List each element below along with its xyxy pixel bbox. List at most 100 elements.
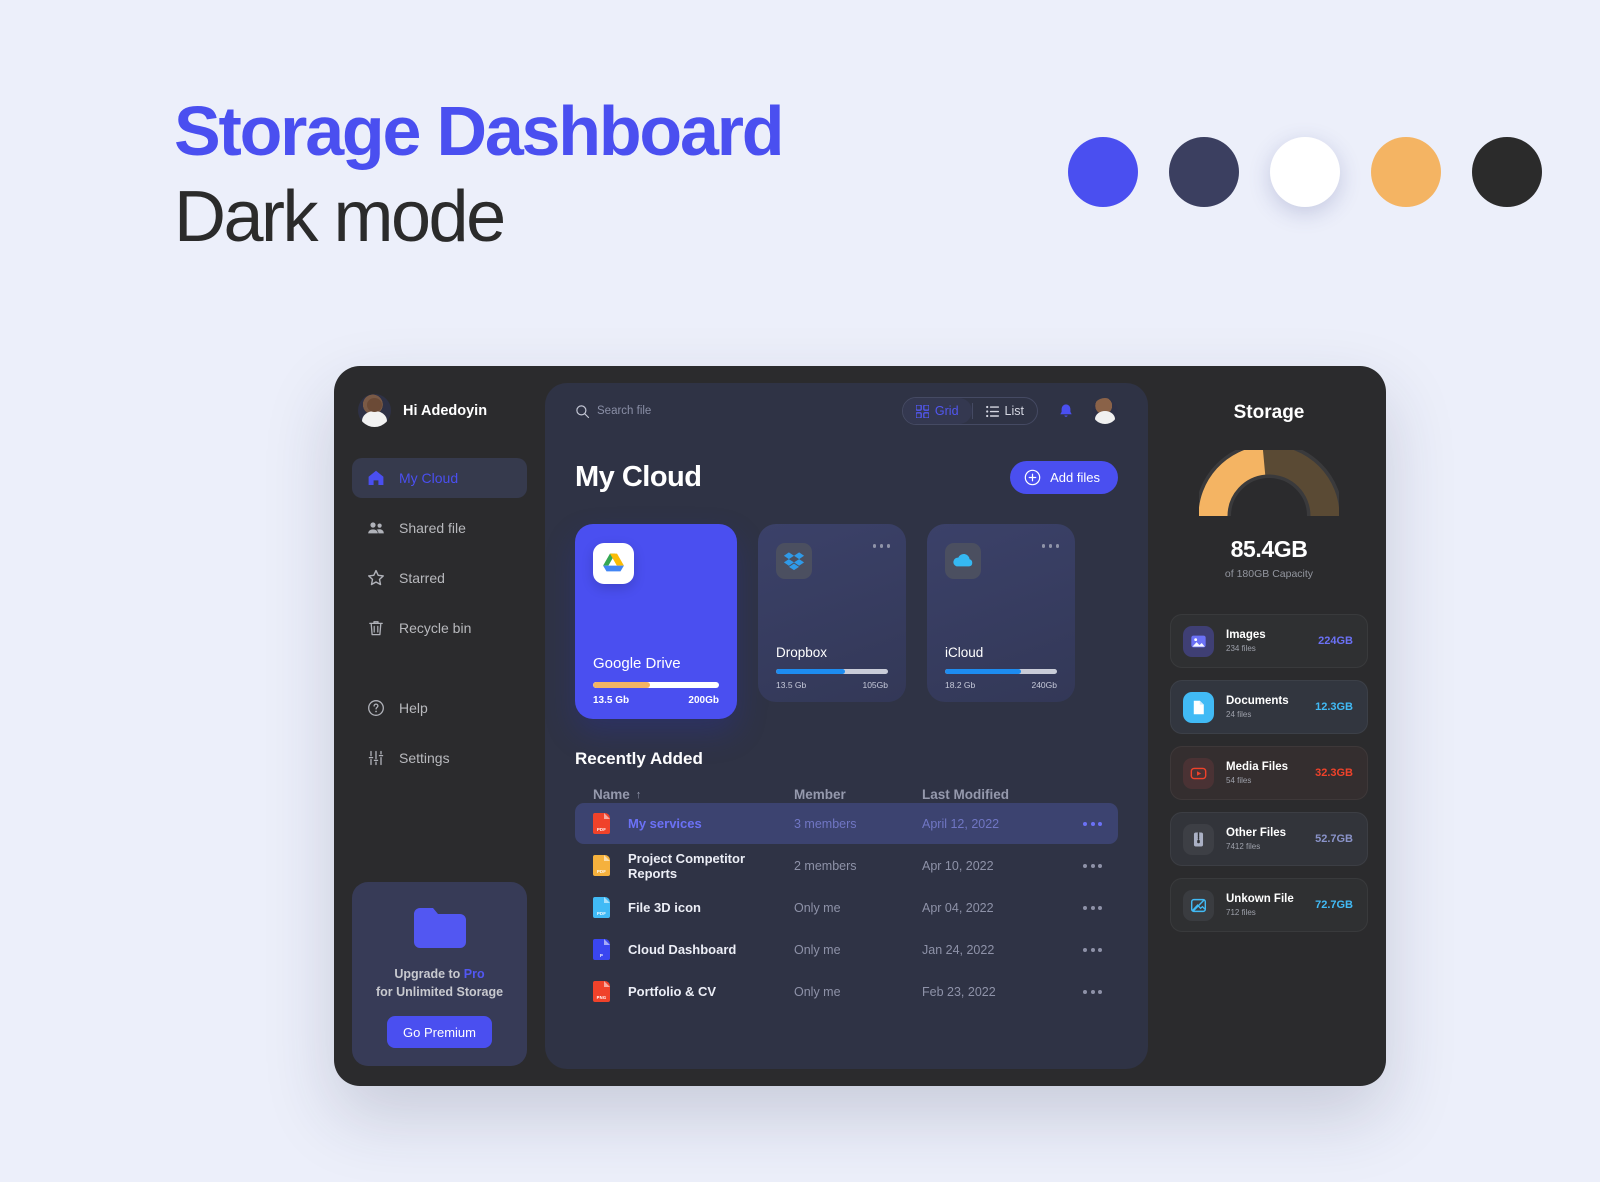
plus-circle-icon — [1024, 469, 1041, 486]
sidebar-item-help[interactable]: Help — [352, 688, 527, 728]
storage-category-unkown-file[interactable]: Unkown File 712 files 72.7GB — [1170, 878, 1368, 932]
cloud-card-icloud[interactable]: iCloud 18.2 Gb 240Gb — [927, 524, 1075, 702]
go-premium-button[interactable]: Go Premium — [387, 1016, 492, 1048]
hero-subtitle: Dark mode — [174, 177, 506, 257]
sidebar-item-my-cloud[interactable]: My Cloud — [352, 458, 527, 498]
swatch-near-black — [1472, 137, 1542, 207]
card-menu-button[interactable] — [1041, 544, 1059, 548]
table-row[interactable]: PDF File 3D icon Only me Apr 04, 2022 — [575, 887, 1118, 928]
storage-capacity-label: of 180GB Capacity — [1224, 568, 1314, 580]
home-icon — [366, 469, 385, 488]
cloud-card-name: iCloud — [945, 645, 984, 660]
file-name-label: File 3D icon — [628, 900, 701, 915]
main-panel: Grid List — [545, 383, 1148, 1069]
sort-arrow-icon: ↑ — [635, 788, 642, 801]
upgrade-pro-accent: Pro — [463, 966, 485, 981]
table-row[interactable]: PDF Project Competitor Reports 2 members… — [575, 845, 1118, 886]
storage-categories: Images 234 files 224GB Documents 24 file… — [1170, 614, 1368, 932]
storage-category-media-files[interactable]: Media Files 54 files 32.3GB — [1170, 746, 1368, 800]
column-header-name[interactable]: Name ↑ — [593, 787, 794, 802]
broken-image-icon — [1183, 889, 1214, 921]
sidebar-item-label: My Cloud — [399, 470, 459, 486]
upgrade-line-2: for Unlimited Storage — [375, 985, 504, 1000]
row-menu-button[interactable] — [1062, 947, 1102, 952]
tab-grid-view[interactable]: Grid — [902, 398, 972, 424]
cloud-card-google-drive[interactable]: Google Drive 13.5 Gb 200Gb — [575, 524, 737, 719]
storage-category-text: Documents 24 files — [1226, 695, 1303, 719]
card-menu-button[interactable] — [872, 544, 890, 548]
file-member-cell: 3 members — [794, 816, 857, 831]
cloud-card-used: 18.2 Gb — [945, 680, 976, 690]
avatar — [358, 394, 391, 427]
sidebar-item-shared-file[interactable]: Shared file — [352, 508, 527, 548]
file-name-label: My services — [628, 816, 702, 831]
search-box[interactable] — [575, 404, 892, 419]
cloud-card-meta: 13.5 Gb 105Gb — [776, 680, 888, 690]
search-input[interactable] — [597, 405, 797, 417]
storage-category-size: 32.3GB — [1315, 767, 1353, 779]
ppt-file-icon: P — [593, 939, 610, 960]
storage-category-name: Documents — [1226, 695, 1289, 707]
row-menu-button[interactable] — [1062, 989, 1102, 994]
notifications-button[interactable] — [1058, 403, 1074, 420]
add-files-label: Add files — [1050, 470, 1100, 485]
list-icon — [985, 405, 999, 417]
cloud-card-dropbox[interactable]: Dropbox 13.5 Gb 105Gb — [758, 524, 906, 702]
search-icon — [576, 404, 590, 418]
storage-category-name: Images — [1226, 629, 1266, 641]
sidebar-item-label: Starred — [399, 570, 445, 586]
sidebar-item-starred[interactable]: Starred — [352, 558, 527, 598]
row-menu-button[interactable] — [1062, 863, 1102, 868]
top-bar: Grid List — [575, 383, 1118, 439]
sidebar-item-recycle-bin[interactable]: Recycle bin — [352, 608, 527, 648]
row-menu-button[interactable] — [1062, 821, 1102, 826]
cloud-card-progress — [776, 669, 888, 674]
storage-category-images[interactable]: Images 234 files 224GB — [1170, 614, 1368, 668]
add-files-button[interactable]: Add files — [1010, 461, 1118, 494]
file-member-cell: Only me — [794, 900, 841, 915]
cloud-card-name: Dropbox — [776, 645, 828, 660]
table-row[interactable]: PNG Portfolio & CV Only me Feb 23, 2022 — [575, 971, 1118, 1012]
storage-category-documents[interactable]: Documents 24 files 12.3GB — [1170, 680, 1368, 734]
dropbox-icon — [776, 543, 812, 579]
upgrade-line-1: Upgrade to Pro — [368, 965, 511, 984]
cloud-card-meta: 13.5 Gb 200Gb — [593, 695, 719, 706]
zip-icon — [1183, 823, 1214, 855]
storage-gauge — [1199, 450, 1339, 520]
star-icon — [366, 569, 385, 588]
row-menu-button[interactable] — [1062, 905, 1102, 910]
pdf-file-icon: PDF — [593, 813, 610, 834]
topbar-avatar[interactable] — [1092, 398, 1118, 424]
pdf-file-icon: PDF — [593, 855, 610, 876]
column-header-modified[interactable]: Last Modified — [922, 787, 1062, 802]
image-icon — [1183, 625, 1214, 657]
storage-category-name: Other Files — [1226, 827, 1287, 839]
storage-used-value: 85.4GB — [1230, 536, 1308, 562]
storage-category-text: Images 234 files — [1226, 629, 1306, 653]
table-header: Name ↑ Member Last Modified — [575, 787, 1118, 802]
storage-category-other-files[interactable]: Other Files 7412 files 52.7GB — [1170, 812, 1368, 866]
google-drive-icon — [593, 543, 634, 584]
sidebar-item-settings[interactable]: Settings — [352, 738, 527, 778]
user-profile[interactable]: Hi Adedoyin — [352, 390, 527, 427]
recently-added-heading: Recently Added — [575, 749, 703, 768]
column-header-member[interactable]: Member — [794, 787, 922, 802]
file-member-cell: Only me — [794, 942, 841, 957]
color-palette — [1068, 137, 1542, 207]
page-header: My Cloud Add files — [575, 461, 1118, 494]
table-row[interactable]: PDF My services 3 members April 12, 2022 — [575, 803, 1118, 844]
file-modified-cell: Apr 04, 2022 — [922, 900, 994, 915]
file-name-cell: PDF Project Competitor Reports — [593, 851, 794, 881]
table-row[interactable]: P Cloud Dashboard Only me Jan 24, 2022 — [575, 929, 1118, 970]
sidebar-nav-secondary: Help Settings — [352, 688, 527, 788]
file-name-label: Portfolio & CV — [628, 984, 717, 999]
file-modified-cell: Apr 10, 2022 — [922, 858, 994, 873]
storage-category-size: 12.3GB — [1315, 701, 1353, 713]
tab-list-view[interactable]: List — [973, 398, 1037, 424]
recent-files-table: Name ↑ Member Last Modified PDF My servi… — [575, 787, 1118, 1012]
people-icon — [366, 519, 385, 538]
cloud-card-total: 200Gb — [688, 695, 719, 706]
sidebar-item-label: Help — [399, 700, 428, 716]
cloud-card-progress — [945, 669, 1057, 674]
file-modified-cell: Feb 23, 2022 — [922, 984, 996, 999]
